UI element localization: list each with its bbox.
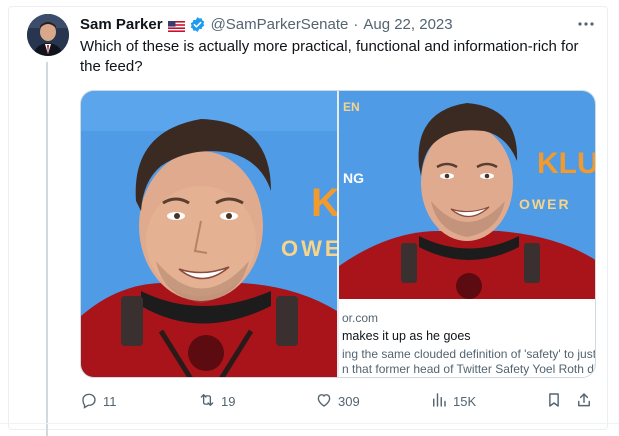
reply-button[interactable]: 11	[80, 390, 117, 412]
right-sign-partial2: EN	[343, 100, 360, 114]
tweet-date[interactable]: Aug 22, 2023	[363, 16, 452, 33]
us-flag-icon	[167, 19, 185, 32]
link-card-title: makes it up as he goes	[342, 329, 471, 343]
left-photo[interactable]: KLU OWE	[81, 91, 337, 377]
link-card-domain: or.com	[342, 311, 379, 325]
right-photo[interactable]: NG EN KLU OWER	[339, 91, 596, 299]
link-card-description-line1: ing the same clouded definition of 'safe…	[342, 347, 596, 361]
author-name[interactable]: Sam Parker	[80, 16, 163, 33]
separator-dot: ·	[353, 15, 359, 33]
repost-button[interactable]: 19	[198, 390, 235, 412]
verified-badge-icon[interactable]	[189, 16, 206, 33]
bottom-divider	[0, 423, 619, 424]
share-button[interactable]	[575, 390, 593, 412]
bookmark-icon	[545, 391, 563, 412]
views-count: 15K	[453, 393, 477, 409]
thread-connector-line	[46, 62, 48, 436]
left-sign-text: KLU	[311, 181, 337, 225]
tweet-header: Sam Parker @SamParkerSenate · Aug 22, 20…	[80, 13, 453, 35]
views-bar-chart-icon	[430, 391, 448, 412]
reply-count: 11	[103, 393, 117, 409]
heart-icon	[315, 391, 333, 412]
like-count: 309	[338, 393, 360, 409]
author-handle[interactable]: @SamParkerSenate	[211, 16, 349, 33]
avatar[interactable]	[27, 14, 69, 56]
right-sign-text2: OWER	[519, 196, 571, 212]
right-sign-text: KLU	[537, 147, 596, 180]
tweet-text: Which of these is actually more practica…	[80, 38, 579, 75]
link-card-description-line2: n that former head of Twitter Safety Yoe…	[342, 362, 596, 376]
repost-icon	[198, 391, 216, 412]
right-sign-partial: NG	[343, 170, 364, 186]
bookmark-button[interactable]	[545, 390, 563, 412]
tweet-media[interactable]: KLU OWE	[80, 90, 596, 378]
reply-icon	[80, 391, 98, 412]
repost-count: 19	[221, 393, 236, 409]
more-options-icon[interactable]	[575, 14, 597, 34]
like-button[interactable]: 309	[315, 390, 360, 412]
link-card-meta[interactable]: or.com makes it up as he goes ing the sa…	[339, 299, 596, 377]
left-sign-text2: OWE	[281, 236, 337, 261]
views-button[interactable]: 15K	[430, 390, 476, 412]
tweet-actions: 11 19 309 15K	[80, 390, 600, 412]
share-icon	[575, 391, 593, 412]
